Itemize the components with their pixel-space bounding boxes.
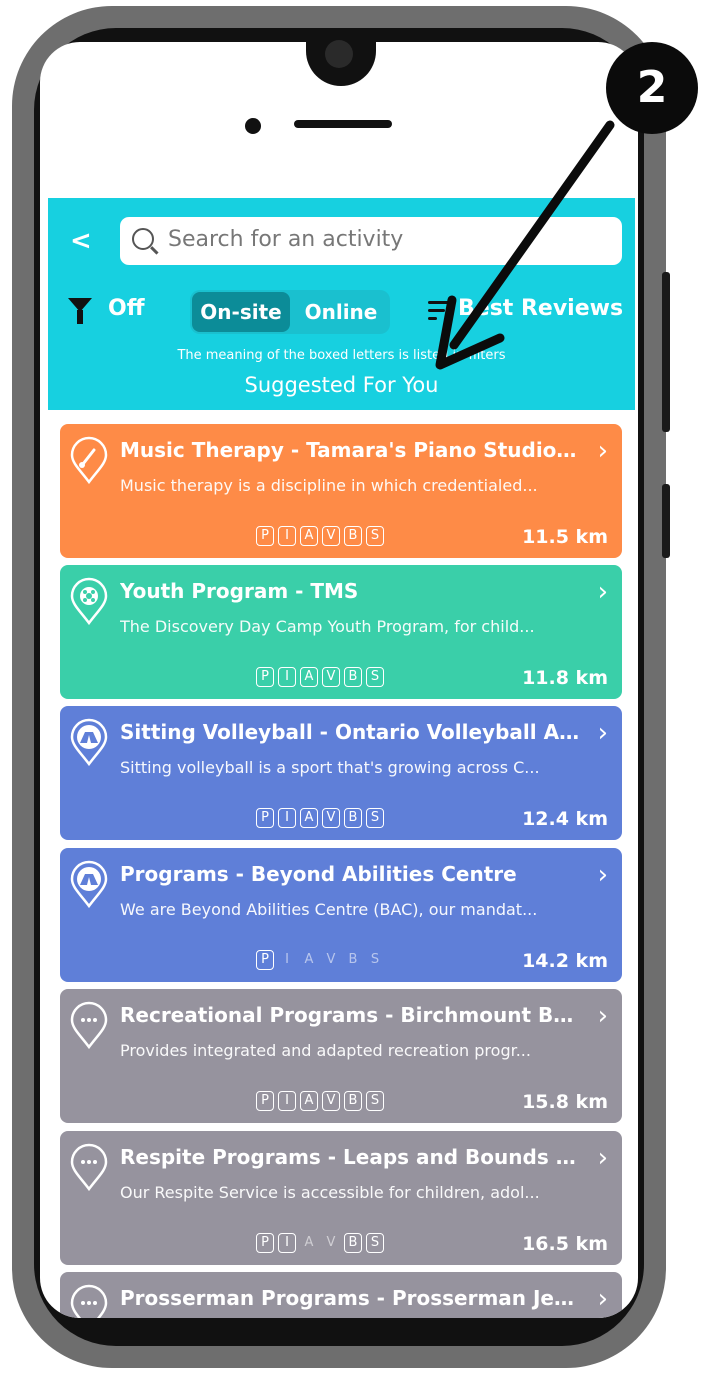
step-badge: 2 <box>606 42 698 134</box>
annotation-arrow <box>435 120 615 370</box>
